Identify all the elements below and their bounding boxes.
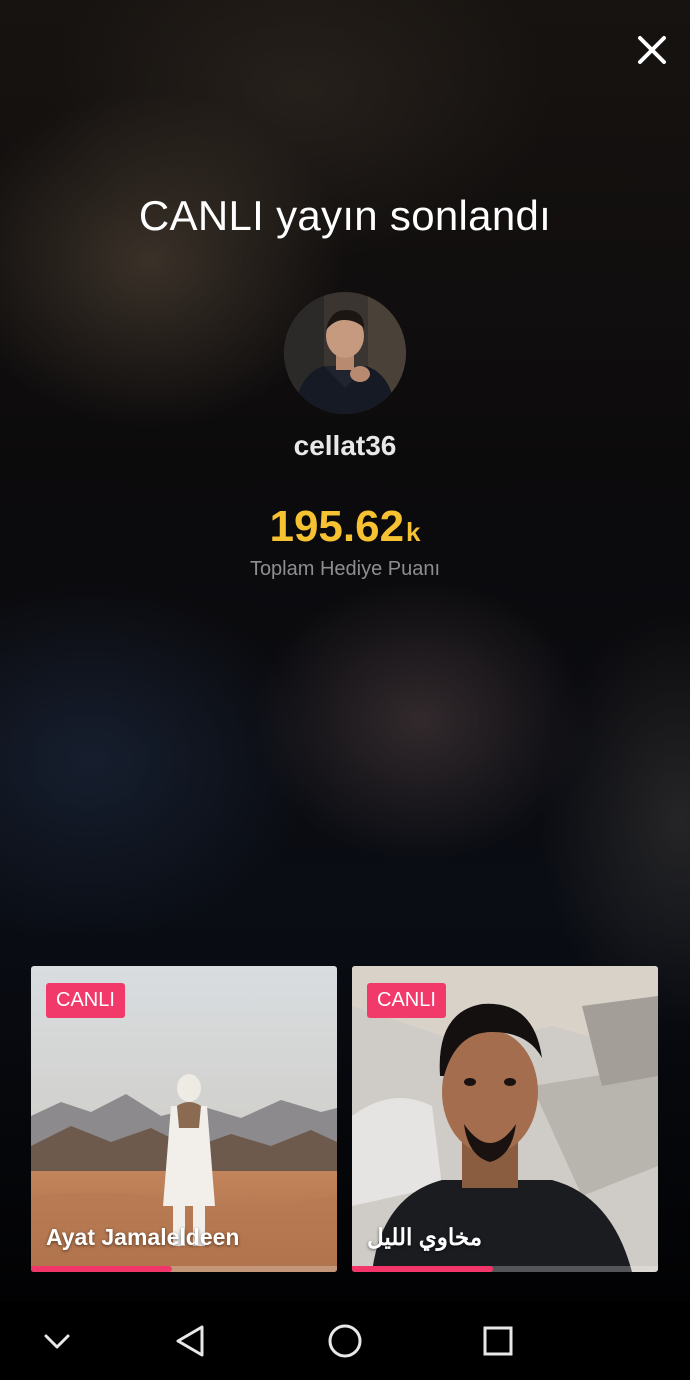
back-triangle-icon: [176, 1325, 204, 1357]
hide-keyboard-button[interactable]: [32, 1316, 82, 1366]
host-username: cellat36: [293, 430, 397, 461]
avatar[interactable]: [284, 292, 406, 414]
recents-button[interactable]: [473, 1316, 523, 1366]
page-title: CANLI yayın sonlandı: [138, 192, 552, 239]
live-progress-track: [352, 1266, 658, 1272]
live-progress-fill: [352, 1266, 493, 1272]
live-ended-screen: CANLI yayın sonlandı cellat36 195.62k To…: [0, 0, 690, 1302]
live-progress-track: [31, 1266, 337, 1272]
gift-points-row: 195.62k: [0, 502, 690, 552]
live-badge: CANLI: [367, 983, 446, 1018]
live-badge: CANLI: [46, 983, 125, 1018]
close-button[interactable]: [630, 28, 674, 72]
gift-points-label: Toplam Hediye Puanı: [249, 558, 441, 580]
live-card-name: Ayat Jamaleldeen: [46, 1224, 240, 1250]
live-card-name: مخاوي الليل: [367, 1224, 483, 1250]
close-icon: [638, 36, 666, 64]
live-progress-fill: [31, 1266, 172, 1272]
home-circle-icon: [328, 1324, 362, 1358]
live-card-1[interactable]: CANLI Ayat Jamaleldeen: [31, 966, 337, 1272]
gift-points-unit: k: [406, 517, 421, 547]
recents-square-icon: [483, 1326, 513, 1356]
gift-points-value: 195.62: [269, 502, 405, 551]
home-button[interactable]: [320, 1316, 370, 1366]
chevron-down-icon: [44, 1334, 70, 1349]
back-button[interactable]: [166, 1316, 216, 1366]
live-card-2[interactable]: CANLI مخاوي الليل: [352, 966, 658, 1272]
system-navigation-bar: [0, 1302, 690, 1380]
